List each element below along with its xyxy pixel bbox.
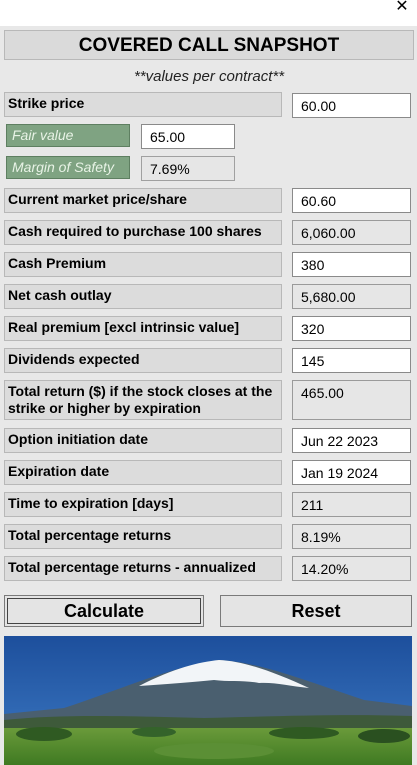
expiration-date-input[interactable]: Jan 19 2024 xyxy=(292,460,411,485)
close-icon[interactable]: ✕ xyxy=(393,0,411,16)
margin-of-safety-value: 7.69% xyxy=(141,156,235,181)
total-return-value: 465.00 xyxy=(292,380,411,420)
cash-required-label: Cash required to purchase 100 shares xyxy=(4,220,282,245)
form-subtitle: **values per contract** xyxy=(133,68,285,85)
dividends-expected-input[interactable]: 145 xyxy=(292,348,411,373)
strike-price-input[interactable]: 60.00 xyxy=(292,93,411,118)
strike-price-label: Strike price xyxy=(4,92,282,117)
dividends-expected-label: Dividends expected xyxy=(4,348,282,373)
current-price-input[interactable]: 60.60 xyxy=(292,188,411,213)
real-premium-label: Real premium [excl intrinsic value] xyxy=(4,316,282,341)
calculate-button[interactable]: Calculate xyxy=(4,595,204,627)
mountain-landscape-image xyxy=(4,636,412,765)
net-cash-outlay-label: Net cash outlay xyxy=(4,284,282,309)
current-price-label: Current market price/share xyxy=(4,188,282,213)
initiation-date-label: Option initiation date xyxy=(4,428,282,453)
margin-of-safety-label: Margin of Safety xyxy=(6,156,130,179)
total-percentage-returns-value: 8.19% xyxy=(292,524,411,549)
expiration-date-label: Expiration date xyxy=(4,460,282,485)
cash-premium-label: Cash Premium xyxy=(4,252,282,277)
cash-premium-input[interactable]: 380 xyxy=(292,252,411,277)
title-bar: ✕ xyxy=(0,0,417,26)
total-percentage-returns-label: Total percentage returns xyxy=(4,524,282,549)
reset-button[interactable]: Reset xyxy=(220,595,412,627)
time-to-expiration-label: Time to expiration [days] xyxy=(4,492,282,517)
total-return-label: Total return ($) if the stock closes at … xyxy=(4,380,282,420)
form-title: COVERED CALL SNAPSHOT xyxy=(4,30,414,60)
annualized-returns-value: 14.20% xyxy=(292,556,411,581)
annualized-returns-label: Total percentage returns - annualized xyxy=(4,556,282,581)
time-to-expiration-value: 211 xyxy=(292,492,411,517)
real-premium-input[interactable]: 320 xyxy=(292,316,411,341)
cash-required-value: 6,060.00 xyxy=(292,220,411,245)
initiation-date-input[interactable]: Jun 22 2023 xyxy=(292,428,411,453)
net-cash-outlay-value: 5,680.00 xyxy=(292,284,411,309)
fair-value-label: Fair value xyxy=(6,124,130,147)
fair-value-input[interactable]: 65.00 xyxy=(141,124,235,149)
